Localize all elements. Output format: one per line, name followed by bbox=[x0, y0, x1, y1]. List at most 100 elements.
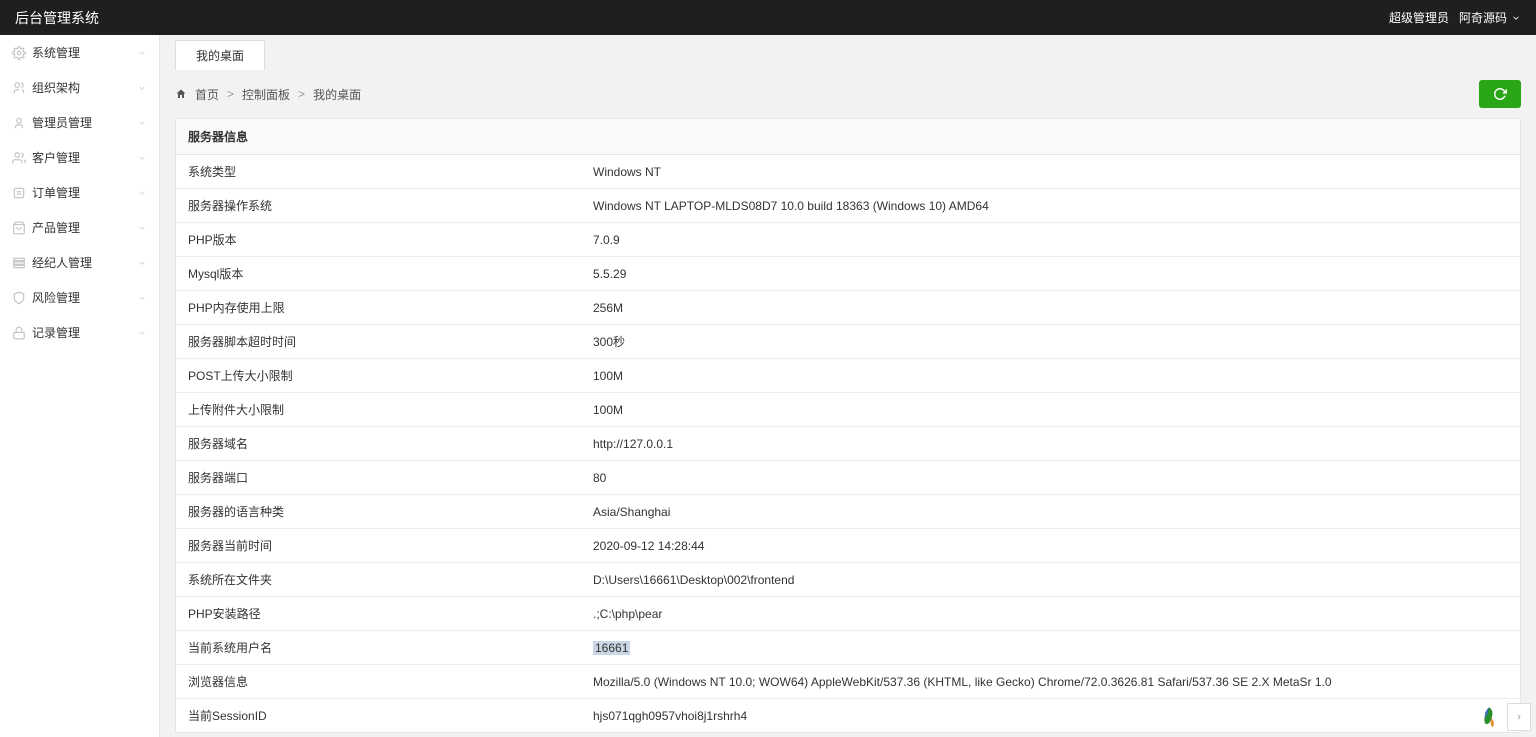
info-key: 系统类型 bbox=[176, 155, 581, 189]
sidebar-item[interactable]: 客户管理 bbox=[0, 140, 159, 175]
main-area: 我的桌面 首页 > 控制面板 > 我的桌面 服务器信息 系统类型Windows … bbox=[160, 35, 1536, 737]
menu-icon bbox=[12, 221, 26, 235]
sidebar-item[interactable]: 经纪人管理 bbox=[0, 245, 159, 280]
table-row: POST上传大小限制100M bbox=[176, 359, 1520, 393]
info-value: 100M bbox=[581, 359, 1520, 393]
info-key: 系统所在文件夹 bbox=[176, 563, 581, 597]
info-key: 服务器当前时间 bbox=[176, 529, 581, 563]
info-key: 服务器脚本超时时间 bbox=[176, 325, 581, 359]
breadcrumb-mid[interactable]: 控制面板 bbox=[242, 86, 290, 103]
chevron-down-icon bbox=[137, 153, 147, 163]
info-value: 300秒 bbox=[581, 325, 1520, 359]
menu-icon bbox=[12, 256, 26, 270]
info-key: 当前系统用户名 bbox=[176, 631, 581, 665]
info-value: 80 bbox=[581, 461, 1520, 495]
breadcrumb-last: 我的桌面 bbox=[313, 86, 361, 103]
info-key: POST上传大小限制 bbox=[176, 359, 581, 393]
sidebar-item[interactable]: 系统管理 bbox=[0, 35, 159, 70]
sidebar-item-label: 记录管理 bbox=[32, 324, 80, 341]
header-right: 超级管理员 阿奇源码 bbox=[1389, 9, 1521, 26]
menu-icon bbox=[12, 151, 26, 165]
info-value: hjs071qgh0957vhoi8j1rshrh4 bbox=[581, 699, 1520, 733]
refresh-icon bbox=[1493, 87, 1507, 101]
info-key: 当前SessionID bbox=[176, 699, 581, 733]
table-row: 服务器端口80 bbox=[176, 461, 1520, 495]
sidebar-item[interactable]: 产品管理 bbox=[0, 210, 159, 245]
panel-title: 服务器信息 bbox=[176, 119, 1520, 155]
sidebar-item-label: 产品管理 bbox=[32, 219, 80, 236]
info-key: PHP安装路径 bbox=[176, 597, 581, 631]
info-value: 5.5.29 bbox=[581, 257, 1520, 291]
refresh-button[interactable] bbox=[1479, 80, 1521, 108]
table-row: 浏览器信息Mozilla/5.0 (Windows NT 10.0; WOW64… bbox=[176, 665, 1520, 699]
user-name-label: 阿奇源码 bbox=[1459, 9, 1507, 26]
sidebar-item-label: 管理员管理 bbox=[32, 114, 92, 131]
info-value: .;C:\php\pear bbox=[581, 597, 1520, 631]
info-key: 服务器域名 bbox=[176, 427, 581, 461]
info-key: PHP内存使用上限 bbox=[176, 291, 581, 325]
breadcrumb-home[interactable]: 首页 bbox=[195, 86, 219, 103]
app-title: 后台管理系统 bbox=[15, 8, 99, 28]
table-row: PHP内存使用上限256M bbox=[176, 291, 1520, 325]
sidebar-item-label: 经纪人管理 bbox=[32, 254, 92, 271]
menu-icon bbox=[12, 291, 26, 305]
sidebar-item[interactable]: 风险管理 bbox=[0, 280, 159, 315]
sidebar-item-label: 风险管理 bbox=[32, 289, 80, 306]
tab-bar: 我的桌面 bbox=[160, 35, 1536, 70]
menu-icon bbox=[12, 46, 26, 60]
yii-logo-icon[interactable] bbox=[1474, 702, 1504, 732]
table-row: 服务器当前时间2020-09-12 14:28:44 bbox=[176, 529, 1520, 563]
user-role: 超级管理员 bbox=[1389, 9, 1449, 26]
sidebar: 系统管理组织架构管理员管理客户管理订单管理产品管理经纪人管理风险管理记录管理 bbox=[0, 35, 160, 737]
info-value: Windows NT bbox=[581, 155, 1520, 189]
server-info-panel: 服务器信息 系统类型Windows NT服务器操作系统Windows NT LA… bbox=[175, 118, 1521, 733]
menu-icon bbox=[12, 116, 26, 130]
info-key: 浏览器信息 bbox=[176, 665, 581, 699]
table-row: PHP安装路径.;C:\php\pear bbox=[176, 597, 1520, 631]
info-key: Mysql版本 bbox=[176, 257, 581, 291]
chevron-down-icon bbox=[137, 48, 147, 58]
table-row: Mysql版本5.5.29 bbox=[176, 257, 1520, 291]
info-key: 服务器的语言种类 bbox=[176, 495, 581, 529]
chevron-down-icon bbox=[137, 118, 147, 128]
sidebar-item[interactable]: 组织架构 bbox=[0, 70, 159, 105]
table-row: 当前SessionIDhjs071qgh0957vhoi8j1rshrh4 bbox=[176, 699, 1520, 733]
sidebar-item[interactable]: 记录管理 bbox=[0, 315, 159, 350]
breadcrumb-sep: > bbox=[298, 87, 305, 101]
info-key: 服务器操作系统 bbox=[176, 189, 581, 223]
home-icon bbox=[175, 88, 187, 100]
menu-icon bbox=[12, 81, 26, 95]
sidebar-item[interactable]: 管理员管理 bbox=[0, 105, 159, 140]
tab-label: 我的桌面 bbox=[196, 49, 244, 63]
sidebar-item-label: 系统管理 bbox=[32, 44, 80, 61]
sidebar-item-label: 订单管理 bbox=[32, 184, 80, 201]
info-value: 2020-09-12 14:28:44 bbox=[581, 529, 1520, 563]
breadcrumb: 首页 > 控制面板 > 我的桌面 bbox=[175, 86, 361, 103]
sidebar-item[interactable]: 订单管理 bbox=[0, 175, 159, 210]
table-row: 服务器脚本超时时间300秒 bbox=[176, 325, 1520, 359]
info-value: 16661 bbox=[581, 631, 1520, 665]
breadcrumb-sep: > bbox=[227, 87, 234, 101]
footer-expand-button[interactable] bbox=[1507, 703, 1531, 731]
sidebar-item-label: 客户管理 bbox=[32, 149, 80, 166]
footer-badges bbox=[1474, 702, 1531, 732]
info-value: http://127.0.0.1 bbox=[581, 427, 1520, 461]
info-value: 100M bbox=[581, 393, 1520, 427]
menu-icon bbox=[12, 186, 26, 200]
info-value: Mozilla/5.0 (Windows NT 10.0; WOW64) App… bbox=[581, 665, 1520, 699]
table-row: 服务器域名http://127.0.0.1 bbox=[176, 427, 1520, 461]
info-value: 256M bbox=[581, 291, 1520, 325]
sidebar-item-label: 组织架构 bbox=[32, 79, 80, 96]
user-menu[interactable]: 阿奇源码 bbox=[1459, 9, 1521, 26]
table-row: 服务器操作系统Windows NT LAPTOP-MLDS08D7 10.0 b… bbox=[176, 189, 1520, 223]
chevron-right-icon bbox=[1515, 713, 1523, 721]
chevron-down-icon bbox=[137, 188, 147, 198]
breadcrumb-bar: 首页 > 控制面板 > 我的桌面 bbox=[160, 70, 1536, 118]
table-row: 当前系统用户名16661 bbox=[176, 631, 1520, 665]
tab-desktop[interactable]: 我的桌面 bbox=[175, 40, 265, 70]
top-header: 后台管理系统 超级管理员 阿奇源码 bbox=[0, 0, 1536, 35]
menu-icon bbox=[12, 326, 26, 340]
info-value: Windows NT LAPTOP-MLDS08D7 10.0 build 18… bbox=[581, 189, 1520, 223]
info-value: Asia/Shanghai bbox=[581, 495, 1520, 529]
table-row: 系统类型Windows NT bbox=[176, 155, 1520, 189]
